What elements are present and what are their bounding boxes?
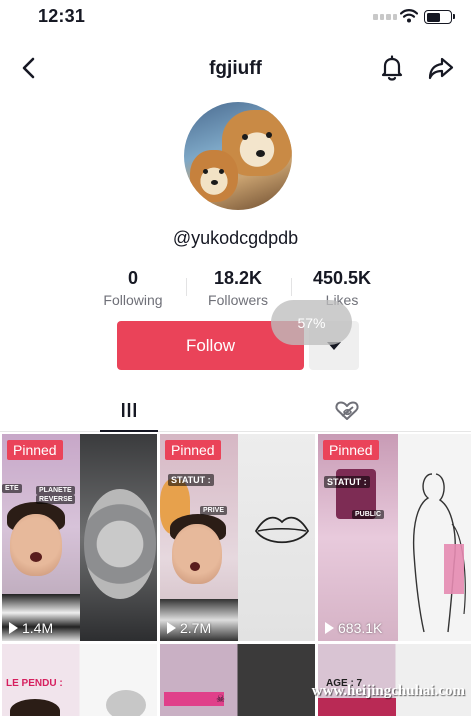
view-count: 683.1K: [325, 620, 382, 636]
share-arrow-icon[interactable]: [427, 54, 455, 82]
video-tile[interactable]: ☠: [160, 644, 315, 716]
figure-drawing-image: [412, 473, 466, 633]
video-tile[interactable]: Pinned ETE PLANETE REVERSE 1.4M: [2, 434, 157, 641]
content-tabs: [0, 390, 471, 432]
tab-liked[interactable]: [330, 390, 364, 432]
stat-followers[interactable]: 18.2K Followers: [183, 268, 293, 308]
play-icon: [9, 622, 18, 634]
bell-icon[interactable]: [379, 54, 405, 82]
stat-value: 0: [127, 268, 138, 288]
stat-label: Followers: [208, 292, 268, 308]
sticker-text: STATUT :: [324, 476, 370, 488]
stat-value: 18.2K: [213, 268, 263, 288]
play-icon: [325, 622, 334, 634]
progress-indicator: 57%: [271, 300, 352, 345]
view-count-text: 2.7M: [180, 620, 212, 636]
username: @yukodcgdpdb: [172, 228, 299, 248]
sticker-text: ETE: [2, 484, 22, 493]
cellular-signal-icon: [373, 14, 397, 20]
sticker-text: PLANETE: [36, 486, 75, 495]
video-grid: Pinned ETE PLANETE REVERSE 1.4M Pinned S…: [0, 432, 471, 716]
stat-label: Following: [103, 292, 163, 308]
grid-icon: [122, 403, 136, 417]
view-count-text: 1.4M: [22, 620, 54, 636]
video-tile[interactable]: Pinned STATUT : PUBLIC 683.1K: [318, 434, 471, 641]
view-count: 2.7M: [167, 620, 211, 636]
wifi-icon: [400, 9, 418, 23]
lips-drawing-image: [254, 516, 310, 544]
pinned-badge: Pinned: [7, 440, 63, 460]
sticker-text: PUBLIC: [352, 510, 385, 519]
watermark-text: www.heijingchuhai.com: [311, 683, 465, 699]
status-time: 12:31: [38, 6, 86, 26]
sticker-text: PRIVE: [200, 506, 228, 515]
liked-heart-icon: [335, 401, 359, 420]
avatar[interactable]: [184, 102, 292, 210]
video-tile[interactable]: Pinned STATUT : PRIVE 2.7M: [160, 434, 315, 641]
stat-following[interactable]: 0 Following: [78, 268, 188, 308]
battery-icon: [424, 10, 455, 24]
pinned-badge: Pinned: [323, 440, 379, 460]
pinned-badge: Pinned: [165, 440, 221, 460]
skull-icon: ☠: [216, 694, 225, 705]
tab-videos[interactable]: [100, 390, 158, 432]
view-count: 1.4M: [9, 620, 53, 636]
profile-stats: 0 Following 18.2K Followers 450.5K Likes: [0, 268, 471, 310]
view-count-text: 683.1K: [338, 620, 383, 636]
profile-header: fgjiuff: [0, 44, 471, 92]
play-icon: [167, 622, 176, 634]
sticker-text: STATUT :: [168, 474, 214, 486]
tile-caption: LE PENDU :: [6, 678, 63, 689]
video-tile[interactable]: LE PENDU :: [2, 644, 157, 716]
video-tile[interactable]: AGE : 7: [318, 644, 471, 716]
dog-image: [190, 150, 238, 202]
stat-value: 450.5K: [312, 268, 372, 288]
sticker-text: REVERSE: [36, 495, 76, 504]
status-bar: 12:31: [0, 0, 471, 34]
